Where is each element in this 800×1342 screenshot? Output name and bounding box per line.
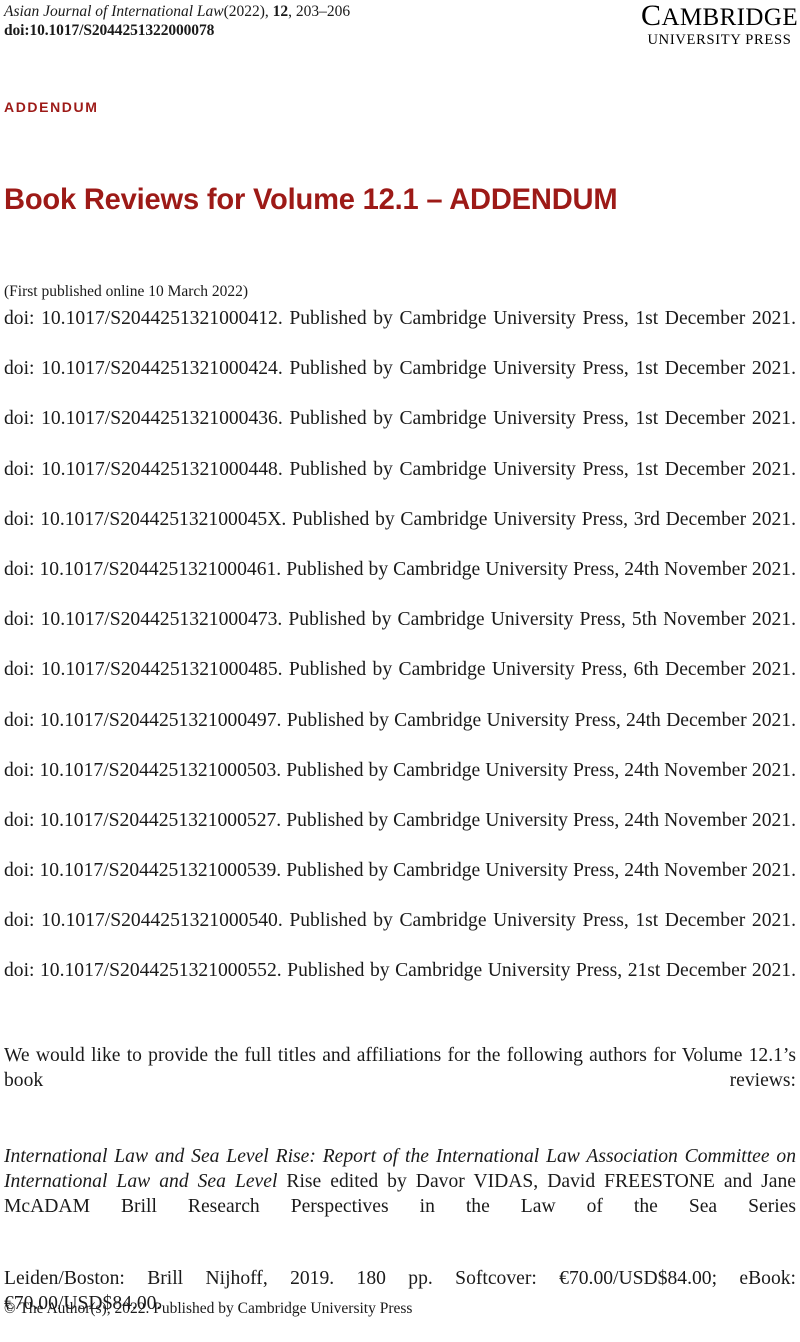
journal-name: Asian Journal of International Law bbox=[4, 3, 224, 20]
journal-volume: 12 bbox=[272, 3, 289, 20]
document-page: Asian Journal of International Law(2022)… bbox=[0, 0, 800, 1331]
doi-entry: doi: 10.1017/S2044251321000497. Publishe… bbox=[4, 709, 796, 731]
doi-entry: doi: 10.1017/S2044251321000473. Publishe… bbox=[4, 609, 796, 631]
logo-wordmark-rest: AMBRIDGE bbox=[661, 4, 798, 31]
doi-entry: doi: 10.1017/S2044251321000461. Publishe… bbox=[4, 558, 796, 580]
publication-date-note: (First published online 10 March 2022) bbox=[4, 283, 249, 300]
doi-entry: doi: 10.1017/S2044251321000552. Publishe… bbox=[4, 960, 796, 982]
intro-paragraph: We would like to provide the full titles… bbox=[4, 1044, 796, 1091]
logo-initial-letter: C bbox=[641, 0, 662, 32]
journal-pages: , 203–206 bbox=[288, 3, 351, 20]
article-type-label: ADDENDUM bbox=[4, 99, 99, 115]
doi-entry: doi: 10.1017/S2044251321000503. Publishe… bbox=[4, 759, 796, 781]
logo-wordmark-cambridge: CAMBRIDGE bbox=[641, 1, 798, 31]
journal-doi: doi:10.1017/S2044251322000078 bbox=[4, 22, 215, 39]
journal-year: (2022), bbox=[223, 3, 269, 20]
doi-entry: doi: 10.1017/S2044251321000539. Publishe… bbox=[4, 860, 796, 882]
doi-entry: doi: 10.1017/S2044251321000485. Publishe… bbox=[4, 659, 796, 681]
doi-entry: doi: 10.1017/S2044251321000436. Publishe… bbox=[4, 408, 796, 430]
cambridge-university-press-logo: CAMBRIDGE UNIVERSITY PRESS bbox=[641, 1, 798, 48]
doi-entry: doi: 10.1017/S2044251321000540. Publishe… bbox=[4, 910, 796, 932]
doi-entry: doi: 10.1017/S2044251321000448. Publishe… bbox=[4, 458, 796, 480]
page-title: Book Reviews for Volume 12.1 – ADDENDUM bbox=[4, 183, 618, 217]
doi-entry: doi: 10.1017/S2044251321000424. Publishe… bbox=[4, 358, 796, 380]
masthead-citation-line: Asian Journal of International Law(2022)… bbox=[4, 2, 604, 21]
doi-entry: doi: 10.1017/S2044251321000527. Publishe… bbox=[4, 809, 796, 831]
article-body: (First published online 10 March 2022) d… bbox=[4, 282, 796, 1342]
book-title-paragraph: International Law and Sea Level Rise: Re… bbox=[4, 1144, 796, 1244]
doi-entry: doi: 10.1017/S204425132100045X. Publishe… bbox=[4, 508, 796, 530]
doi-entry: doi: 10.1017/S2044251321000412. Publishe… bbox=[4, 308, 796, 329]
doi-entry-list: doi: 10.1017/S2044251321000412. Publishe… bbox=[4, 306, 796, 1009]
journal-masthead: Asian Journal of International Law(2022)… bbox=[4, 2, 604, 40]
copyright-footer: © The Author(s), 2022. Published by Camb… bbox=[4, 1300, 413, 1317]
logo-wordmark-university-press: UNIVERSITY PRESS bbox=[647, 32, 792, 48]
